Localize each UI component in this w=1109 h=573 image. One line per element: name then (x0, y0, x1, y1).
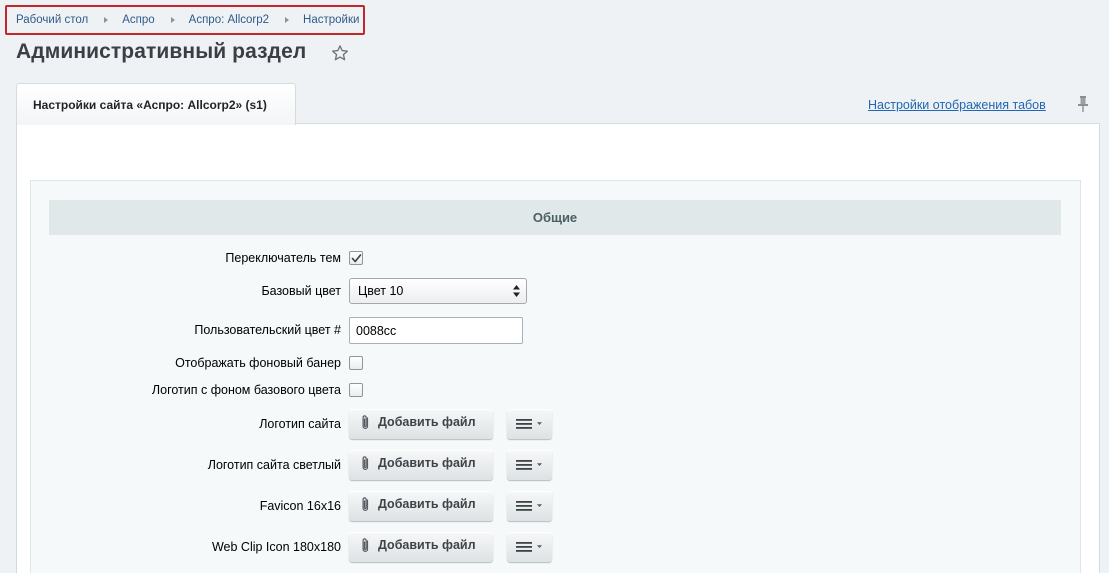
paperclip-icon (362, 497, 369, 511)
star-icon[interactable] (331, 44, 349, 62)
row-file-logo: Логотип сайта Добавить файл (0, 409, 1109, 439)
crumb-separator-icon (104, 17, 109, 23)
file-menu-button[interactable] (507, 532, 552, 562)
label-logo-base-bg: Логотип с фоном базового цвета (151, 383, 341, 397)
breadcrumb-aspro[interactable]: Аспро (122, 14, 154, 26)
crumb-separator-icon (285, 17, 290, 23)
hamburger-dropdown-icon (516, 501, 542, 511)
add-file-button[interactable]: Добавить файл (349, 450, 493, 480)
label-file-logo-light: Логотип сайта светлый (207, 458, 341, 472)
label-theme-switcher: Переключатель тем (225, 251, 341, 265)
select-base-color-value: Цвет 10 (358, 284, 404, 298)
label-base-color: Базовый цвет (261, 284, 341, 298)
label-file-logo: Логотип сайта (259, 417, 341, 431)
checkbox-show-bg-banner[interactable] (349, 356, 363, 370)
row-file-logo-light: Логотип сайта светлый Добавить файл (0, 450, 1109, 480)
crumb-separator-icon (170, 17, 175, 23)
hamburger-dropdown-icon (516, 460, 542, 470)
row-theme-switcher: Переключатель тем (0, 248, 1109, 278)
select-base-color[interactable]: Цвет 10 (349, 278, 527, 304)
add-file-button[interactable]: Добавить файл (349, 532, 493, 562)
breadcrumb-settings[interactable]: Настройки (303, 14, 359, 26)
add-file-label: Добавить файл (378, 497, 476, 511)
add-file-label: Добавить файл (378, 456, 476, 470)
paperclip-icon (362, 456, 369, 470)
row-file-favicon: Favicon 16x16 Добавить файл (0, 491, 1109, 521)
hamburger-dropdown-icon (516, 419, 542, 429)
checkbox-logo-base-bg[interactable] (349, 383, 363, 397)
add-file-label: Добавить файл (378, 415, 476, 429)
breadcrumb: Рабочий стол Аспро Аспро: Allcorp2 Настр… (5, 5, 365, 35)
row-custom-color: Пользовательский цвет # 0088cc (0, 317, 1109, 347)
paperclip-icon (362, 415, 369, 429)
file-menu-button[interactable] (507, 409, 552, 439)
row-logo-base-bg: Логотип с фоном базового цвета (0, 380, 1109, 410)
hamburger-dropdown-icon (516, 542, 542, 552)
breadcrumb-desktop[interactable]: Рабочий стол (16, 14, 88, 26)
checkbox-theme-switcher[interactable] (349, 251, 363, 265)
label-file-webclip: Web Clip Icon 180x180 (211, 540, 341, 554)
pin-icon[interactable] (1076, 95, 1090, 113)
label-custom-color: Пользовательский цвет # (194, 323, 341, 337)
custom-color-input[interactable]: 0088cc (349, 317, 523, 344)
add-file-label: Добавить файл (378, 538, 476, 552)
row-base-color: Базовый цвет Цвет 10 (0, 278, 1109, 308)
tabs-display-settings-link[interactable]: Настройки отображения табов (868, 98, 1046, 112)
page-title: Административный раздел (16, 40, 307, 63)
row-show-bg-banner: Отображать фоновый банер (0, 353, 1109, 383)
file-menu-button[interactable] (507, 491, 552, 521)
label-file-favicon: Favicon 16x16 (259, 499, 341, 513)
tab-site-settings[interactable]: Настройки сайта «Аспро: Allcorp2» (s1) (16, 83, 296, 125)
select-arrows-icon (513, 285, 520, 297)
add-file-button[interactable]: Добавить файл (349, 491, 493, 521)
section-header-general: Общие (49, 200, 1061, 235)
row-file-webclip: Web Clip Icon 180x180 Добавить файл (0, 532, 1109, 562)
breadcrumb-aspro-allcorp2[interactable]: Аспро: Allcorp2 (189, 14, 269, 26)
add-file-button[interactable]: Добавить файл (349, 409, 493, 439)
file-menu-button[interactable] (507, 450, 552, 480)
paperclip-icon (362, 538, 369, 552)
label-show-bg-banner: Отображать фоновый банер (175, 356, 341, 370)
